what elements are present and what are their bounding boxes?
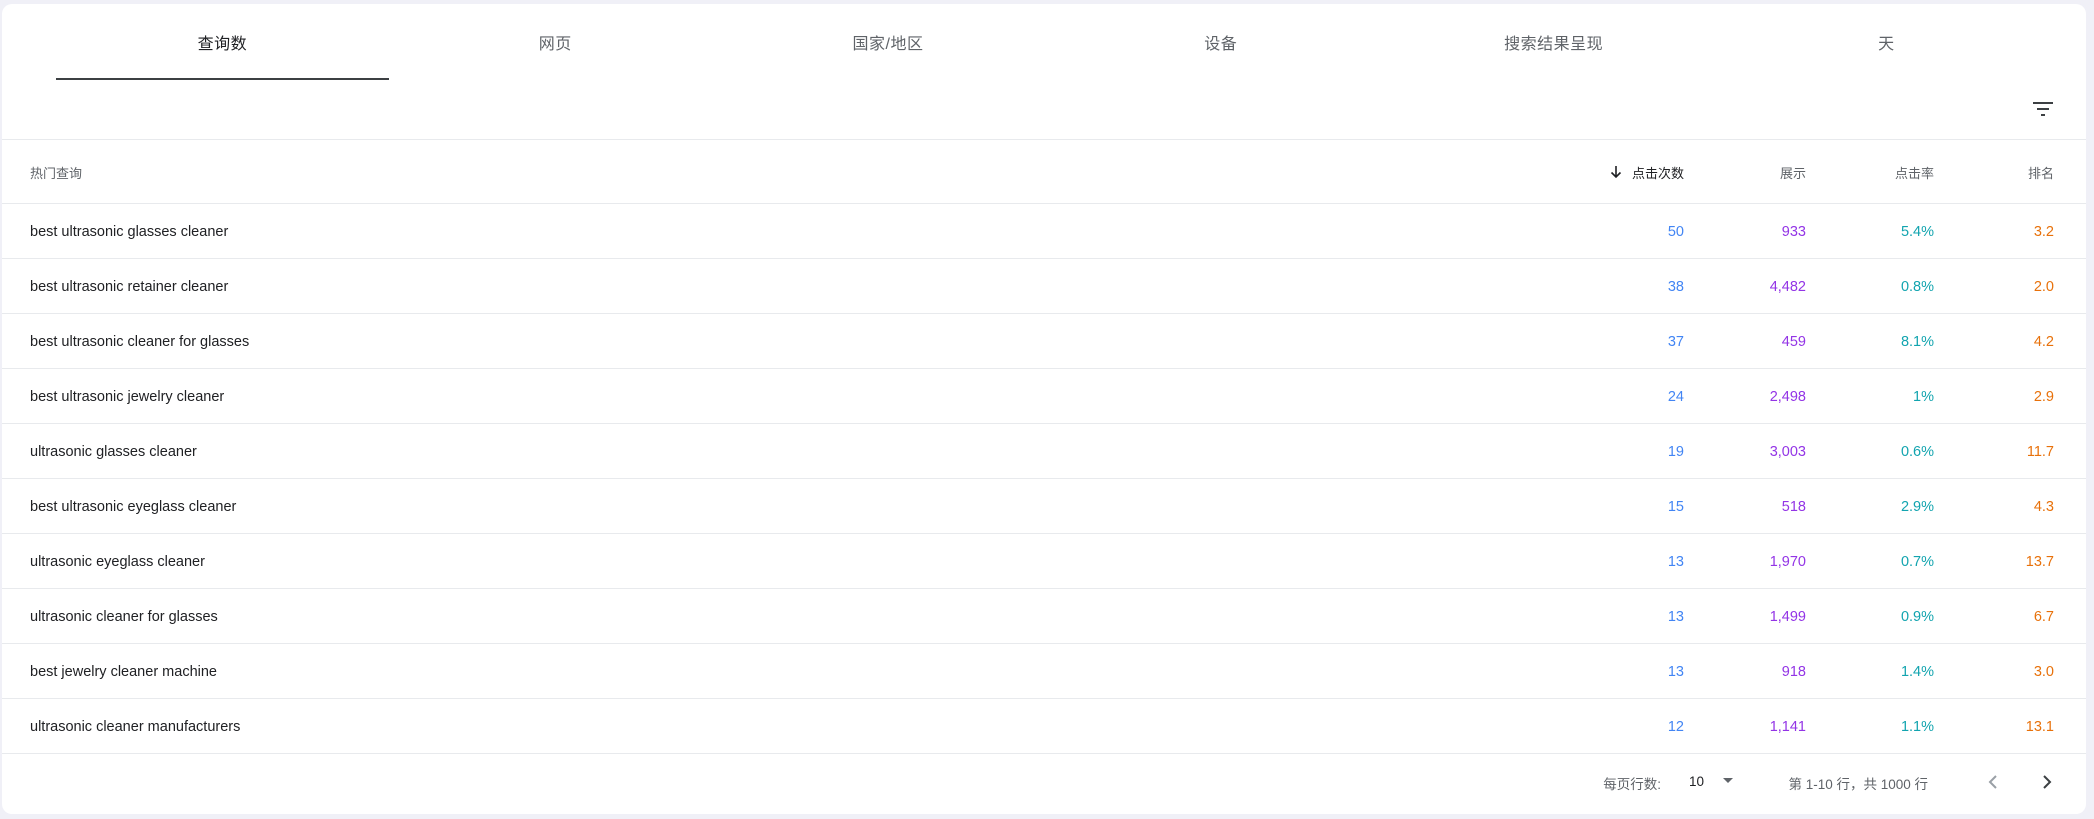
cell-query: ultrasonic cleaner manufacturers bbox=[30, 718, 241, 735]
cell-clicks: 13 bbox=[1667, 608, 1684, 625]
tab-countries[interactable]: 国家/地区 bbox=[722, 4, 1055, 80]
arrow-down-icon bbox=[1610, 165, 1622, 179]
table-header: 热门查询 点击次数 展示 点击率 排名 bbox=[2, 140, 2086, 204]
rows-per-page-value: 10 bbox=[1688, 773, 1704, 789]
table-row[interactable]: ultrasonic cleaner for glasses 13 1,499 … bbox=[2, 589, 2086, 644]
cell-clicks: 38 bbox=[1667, 278, 1684, 295]
pagination-footer: 每页行数: 10 第 1-10 行，共 1000 行 bbox=[2, 754, 2086, 814]
cell-query: best jewelry cleaner machine bbox=[30, 663, 217, 680]
table-row[interactable]: best ultrasonic eyeglass cleaner 15 518 … bbox=[2, 479, 2086, 534]
table-row[interactable]: best ultrasonic jewelry cleaner 24 2,498… bbox=[2, 369, 2086, 424]
tab-pages[interactable]: 网页 bbox=[389, 4, 722, 80]
cell-impressions: 1,141 bbox=[1769, 718, 1806, 735]
cell-clicks: 24 bbox=[1667, 388, 1684, 405]
cell-query: best ultrasonic jewelry cleaner bbox=[30, 388, 225, 405]
pagination-range: 第 1-10 行，共 1000 行 bbox=[1788, 777, 1928, 792]
cell-position: 2.0 bbox=[2033, 278, 2054, 295]
header-clicks-label: 点击次数 bbox=[1631, 165, 1684, 181]
cell-ctr: 0.9% bbox=[1900, 608, 1934, 625]
table-row[interactable]: best ultrasonic cleaner for glasses 37 4… bbox=[2, 314, 2086, 369]
cell-clicks: 19 bbox=[1667, 443, 1684, 460]
table-row[interactable]: ultrasonic glasses cleaner 19 3,003 0.6%… bbox=[2, 424, 2086, 479]
dimension-tabs: 查询数 网页 国家/地区 设备 搜索结果呈现 天 bbox=[56, 4, 2053, 80]
header-query[interactable]: 热门查询 bbox=[30, 140, 82, 204]
tab-label: 查询数 bbox=[197, 36, 248, 53]
table-row[interactable]: best jewelry cleaner machine 13 918 1.4%… bbox=[2, 644, 2086, 699]
next-page-button[interactable] bbox=[2030, 765, 2064, 799]
cell-ctr: 0.6% bbox=[1900, 443, 1934, 460]
filter-button[interactable] bbox=[2030, 96, 2056, 122]
previous-page-button[interactable] bbox=[1976, 765, 2010, 799]
caret-down-icon bbox=[1722, 777, 1734, 785]
header-impressions[interactable]: 展示 bbox=[1780, 140, 1806, 204]
cell-clicks: 12 bbox=[1667, 718, 1684, 735]
cell-query: best ultrasonic eyeglass cleaner bbox=[30, 498, 237, 515]
cell-impressions: 1,970 bbox=[1769, 553, 1806, 570]
table-row[interactable]: best ultrasonic retainer cleaner 38 4,48… bbox=[2, 259, 2086, 314]
queries-table: 热门查询 点击次数 展示 点击率 排名 best ultrasonic glas… bbox=[2, 140, 2086, 754]
cell-ctr: 1% bbox=[1913, 388, 1934, 405]
cell-position: 3.0 bbox=[2033, 663, 2054, 680]
header-clicks[interactable]: 点击次数 bbox=[1610, 140, 1684, 204]
tab-days[interactable]: 天 bbox=[1720, 4, 2053, 80]
tab-search-appearance[interactable]: 搜索结果呈现 bbox=[1387, 4, 1720, 80]
chevron-left-icon bbox=[1988, 775, 1997, 789]
tab-label: 设备 bbox=[1204, 36, 1238, 53]
tab-label: 网页 bbox=[538, 36, 572, 53]
cell-ctr: 5.4% bbox=[1900, 223, 1934, 240]
cell-query: ultrasonic glasses cleaner bbox=[30, 443, 197, 460]
tab-devices[interactable]: 设备 bbox=[1054, 4, 1387, 80]
header-ctr[interactable]: 点击率 bbox=[1895, 140, 1934, 204]
rows-per-page-select[interactable]: 10 bbox=[1689, 766, 1734, 796]
cell-impressions: 1,499 bbox=[1769, 608, 1806, 625]
header-position[interactable]: 排名 bbox=[2028, 140, 2054, 204]
cell-impressions: 2,498 bbox=[1769, 388, 1806, 405]
cell-position: 4.2 bbox=[2033, 333, 2054, 350]
cell-query: best ultrasonic retainer cleaner bbox=[30, 278, 229, 295]
cell-clicks: 15 bbox=[1667, 498, 1684, 515]
cell-position: 4.3 bbox=[2033, 498, 2054, 515]
cell-ctr: 1.4% bbox=[1900, 663, 1934, 680]
cell-position: 13.1 bbox=[2025, 718, 2054, 735]
chevron-right-icon bbox=[2043, 775, 2052, 789]
cell-query: best ultrasonic cleaner for glasses bbox=[30, 333, 250, 350]
tab-label: 国家/地区 bbox=[852, 36, 924, 53]
cell-clicks: 37 bbox=[1667, 333, 1684, 350]
cell-impressions: 933 bbox=[1781, 223, 1806, 240]
tab-queries[interactable]: 查询数 bbox=[56, 4, 389, 80]
cell-impressions: 918 bbox=[1781, 663, 1806, 680]
cell-ctr: 0.8% bbox=[1900, 278, 1934, 295]
rows-per-page-label: 每页行数: bbox=[1603, 777, 1661, 792]
cell-position: 2.9 bbox=[2033, 388, 2054, 405]
cell-impressions: 518 bbox=[1781, 498, 1806, 515]
cell-clicks: 50 bbox=[1667, 223, 1684, 240]
cell-ctr: 1.1% bbox=[1900, 718, 1934, 735]
table-row[interactable]: best ultrasonic glasses cleaner 50 933 5… bbox=[2, 204, 2086, 259]
tab-label: 搜索结果呈现 bbox=[1504, 36, 1604, 53]
cell-ctr: 8.1% bbox=[1900, 333, 1934, 350]
cell-query: ultrasonic eyeglass cleaner bbox=[30, 553, 205, 570]
cell-ctr: 0.7% bbox=[1900, 553, 1934, 570]
cell-impressions: 4,482 bbox=[1769, 278, 1806, 295]
cell-impressions: 459 bbox=[1781, 333, 1806, 350]
table-row[interactable]: ultrasonic eyeglass cleaner 13 1,970 0.7… bbox=[2, 534, 2086, 589]
filter-icon bbox=[2033, 102, 2053, 116]
table-row[interactable]: ultrasonic cleaner manufacturers 12 1,14… bbox=[2, 699, 2086, 754]
cell-position: 13.7 bbox=[2025, 553, 2054, 570]
cell-position: 11.7 bbox=[2026, 443, 2054, 460]
cell-clicks: 13 bbox=[1667, 663, 1684, 680]
performance-card: 查询数 网页 国家/地区 设备 搜索结果呈现 天 热门查询 点击次数 展示 点击… bbox=[2, 4, 2086, 814]
cell-impressions: 3,003 bbox=[1769, 443, 1806, 460]
cell-position: 6.7 bbox=[2033, 608, 2054, 625]
cell-query: best ultrasonic glasses cleaner bbox=[30, 223, 229, 240]
tab-label: 天 bbox=[1878, 36, 1895, 53]
cell-ctr: 2.9% bbox=[1900, 498, 1934, 515]
cell-position: 3.2 bbox=[2033, 223, 2054, 240]
cell-query: ultrasonic cleaner for glasses bbox=[30, 608, 218, 625]
table-toolbar bbox=[2, 80, 2086, 140]
cell-clicks: 13 bbox=[1667, 553, 1684, 570]
